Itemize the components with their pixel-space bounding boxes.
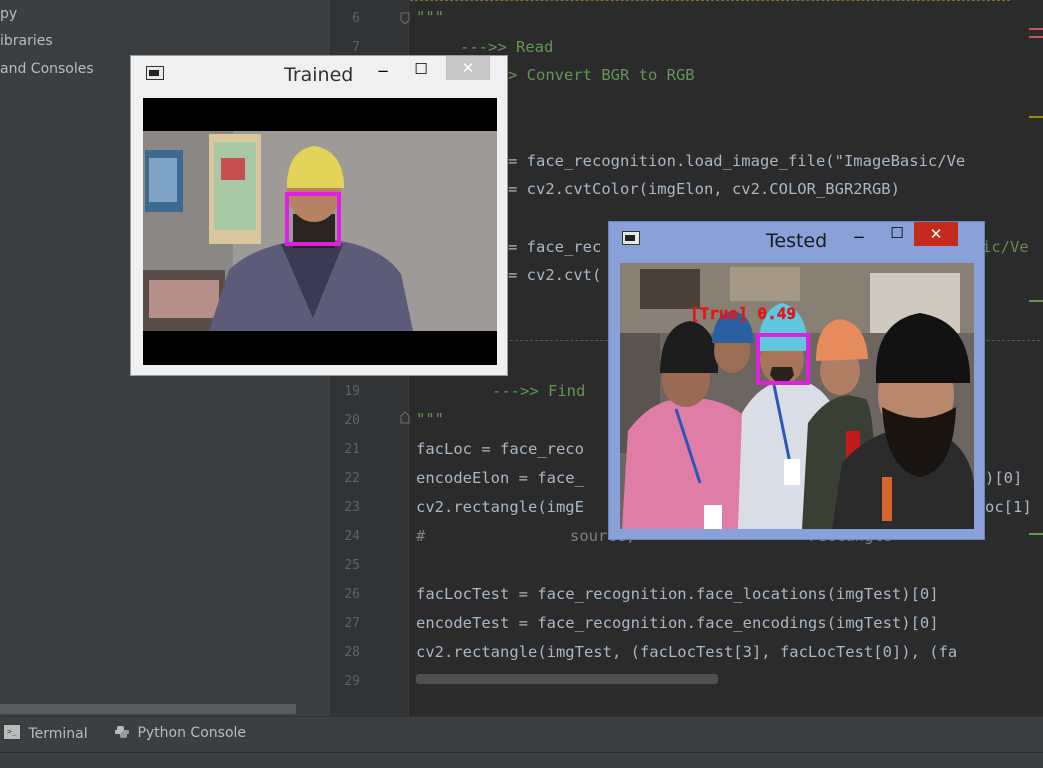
- line-number: 20: [344, 413, 360, 428]
- line-number: 22: [344, 471, 360, 486]
- code-line: facLoc = face_reco: [416, 440, 584, 458]
- warning-stripe-marker[interactable]: [1029, 116, 1043, 118]
- code-line: encodeElon = face_: [416, 469, 584, 487]
- minimize-button[interactable]: −: [369, 60, 397, 82]
- tested-photo-image: [True] 0.49: [620, 263, 974, 529]
- trained-image-window[interactable]: Trained − ☐ ✕: [130, 55, 508, 376]
- tree-item-scratches-consoles[interactable]: and Consoles: [0, 61, 94, 77]
- tested-window-title: Tested: [766, 230, 828, 252]
- status-bar: [0, 752, 1043, 768]
- close-button[interactable]: ✕: [446, 56, 490, 80]
- code-line-fragment: ic/Ve: [982, 238, 1029, 256]
- terminal-tab[interactable]: >_ Terminal: [4, 725, 88, 742]
- tested-window-titlebar[interactable]: Tested − ☐ ✕: [609, 222, 984, 258]
- opencv-window-icon: [622, 231, 640, 245]
- terminal-icon: >_: [4, 725, 20, 739]
- trained-photo-image: [143, 98, 497, 365]
- fold-marker-icon[interactable]: [400, 410, 410, 424]
- trained-image-view: [143, 98, 497, 365]
- minimize-button[interactable]: −: [845, 226, 873, 248]
- line-number: 25: [344, 558, 360, 573]
- code-line: = cv2.cvtColor(imgElon, cv2.COLOR_BGR2RG…: [508, 180, 900, 198]
- error-stripe-marker[interactable]: [1029, 28, 1043, 30]
- tested-image-view: [True] 0.49: [620, 263, 974, 529]
- code-line: = face_recognition.load_image_file("Imag…: [508, 152, 966, 170]
- code-comment: #: [416, 527, 426, 545]
- python-console-tab[interactable]: Python Console: [115, 725, 246, 741]
- match-result-label: [True] 0.49: [690, 304, 796, 323]
- line-number: 24: [344, 529, 360, 544]
- terminal-tab-label: Terminal: [28, 726, 88, 742]
- tree-item-libraries[interactable]: ibraries: [0, 33, 53, 49]
- tested-image-window[interactable]: Tested − ☐ ✕ [True] 0.49: [608, 221, 985, 540]
- maximize-button[interactable]: ☐: [407, 58, 435, 80]
- maximize-button[interactable]: ☐: [883, 222, 911, 244]
- info-stripe-marker[interactable]: [1029, 533, 1043, 535]
- code-line-fragment: oc[1]: [985, 498, 1032, 516]
- code-line: cv2.rectangle(imgTest, (facLocTest[3], f…: [416, 643, 958, 661]
- opencv-window-icon: [146, 66, 164, 80]
- line-number: 28: [344, 645, 360, 660]
- close-button[interactable]: ✕: [914, 222, 958, 246]
- code-line: = cv2.cvt(: [508, 266, 602, 284]
- code-line: > Convert BGR to RGB: [508, 66, 695, 84]
- editor-top-separator: [410, 0, 1010, 1]
- code-line: """: [416, 410, 444, 428]
- line-number: 23: [344, 500, 360, 515]
- line-number: 19: [344, 384, 360, 399]
- code-line: --->> Read: [460, 38, 554, 56]
- python-console-tab-label: Python Console: [137, 725, 247, 741]
- trained-window-title: Trained: [284, 64, 354, 86]
- info-stripe-marker[interactable]: [1029, 300, 1043, 302]
- code-line: cv2.rectangle(imgE: [416, 498, 584, 516]
- line-number: 7: [352, 40, 360, 55]
- editor-horizontal-scrollbar[interactable]: [416, 674, 718, 684]
- fold-marker-icon[interactable]: [400, 12, 410, 26]
- code-line: encodeTest = face_recognition.face_encod…: [416, 614, 939, 632]
- code-line: --->> Find: [492, 382, 586, 400]
- code-line: facLocTest = face_recognition.face_locat…: [416, 585, 939, 603]
- trained-window-titlebar[interactable]: Trained − ☐ ✕: [131, 56, 507, 92]
- error-stripe-marker[interactable]: [1029, 36, 1043, 38]
- code-line-fragment: )[0]: [985, 469, 1023, 487]
- line-number: 29: [344, 674, 360, 689]
- code-line: = face_rec: [508, 238, 602, 256]
- python-icon: [115, 725, 129, 739]
- line-number: 6: [352, 11, 360, 26]
- line-number: 21: [344, 442, 360, 457]
- tool-window-bar: >_ Terminal Python Console: [0, 716, 1043, 753]
- code-line: """: [416, 8, 444, 26]
- project-panel-scrollbar[interactable]: [0, 704, 296, 714]
- line-number: 27: [344, 616, 360, 631]
- line-number: 26: [344, 587, 360, 602]
- tree-item-py[interactable]: py: [0, 6, 17, 22]
